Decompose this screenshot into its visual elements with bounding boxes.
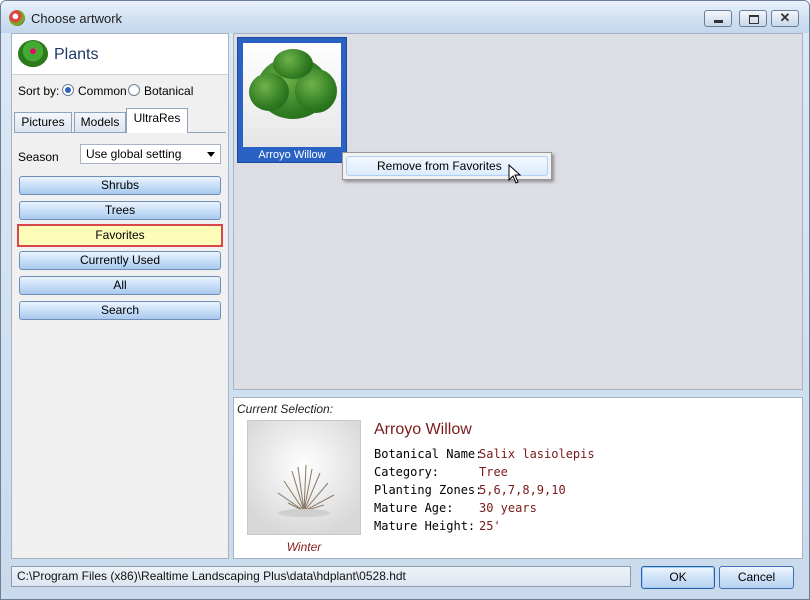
close-button[interactable]: ✕: [771, 10, 799, 27]
favorites-button[interactable]: Favorites: [17, 224, 223, 247]
season-dropdown[interactable]: Use global setting: [80, 144, 221, 164]
mature-height-row: Mature Height: 25': [374, 519, 501, 533]
app-icon: [9, 10, 25, 26]
ok-button[interactable]: OK: [641, 566, 715, 589]
sort-common-label[interactable]: Common: [78, 84, 127, 98]
field-label: Planting Zones:: [374, 483, 483, 497]
sort-botanical-label[interactable]: Botanical: [144, 84, 193, 98]
artwork-gallery[interactable]: Arroyo Willow: [233, 33, 803, 390]
shrubs-button[interactable]: Shrubs: [19, 176, 221, 195]
sort-by-label: Sort by:: [18, 84, 60, 98]
season-value: Use global setting: [86, 147, 182, 161]
tab-pictures[interactable]: Pictures: [14, 112, 72, 132]
search-button[interactable]: Search: [19, 301, 221, 320]
minimize-button[interactable]: [704, 10, 732, 27]
arroyo-willow-image: [243, 43, 341, 147]
title-bar[interactable]: Choose artwork ✕: [1, 1, 809, 33]
tab-panel: [14, 132, 226, 557]
current-selection-heading: Current Selection:: [237, 402, 334, 416]
trees-button[interactable]: Trees: [19, 201, 221, 220]
file-path-field: C:\Program Files (x86)\Realtime Landscap…: [11, 566, 631, 587]
field-value: Salix lasiolepis: [479, 447, 595, 461]
artwork-thumbnail[interactable]: Arroyo Willow: [237, 37, 347, 163]
chevron-down-icon: [207, 152, 215, 157]
plants-icon: [18, 40, 48, 68]
tab-models[interactable]: Models: [74, 112, 126, 132]
cancel-button[interactable]: Cancel: [719, 566, 794, 589]
plant-name: Arroyo Willow: [374, 421, 472, 438]
selection-image: [247, 420, 361, 535]
close-icon: ✕: [779, 10, 791, 25]
mouse-cursor-icon: [508, 164, 522, 184]
tab-strip: Pictures Models UltraRes: [14, 108, 226, 133]
field-value: 30 years: [479, 501, 537, 515]
maximize-icon: [749, 15, 759, 24]
winter-willow-image: [277, 464, 335, 517]
tab-ultrares[interactable]: UltraRes: [126, 108, 188, 133]
field-value: 25': [479, 519, 501, 533]
all-button[interactable]: All: [19, 276, 221, 295]
currently-used-button[interactable]: Currently Used: [19, 251, 221, 270]
mature-age-row: Mature Age: 30 years: [374, 501, 537, 515]
field-value: Tree: [479, 465, 508, 479]
category-row: Category: Tree: [374, 465, 508, 479]
field-label: Botanical Name:: [374, 447, 483, 461]
field-label: Mature Height:: [374, 519, 476, 533]
thumbnail-label: Arroyo Willow: [258, 149, 326, 161]
choose-artwork-window: Choose artwork ✕ Plants Sort by: Common …: [0, 0, 810, 600]
plants-header: Plants: [12, 34, 228, 75]
sort-botanical-radio[interactable]: [128, 84, 140, 96]
season-label: Season: [18, 150, 59, 164]
maximize-button[interactable]: [739, 10, 767, 27]
plants-title: Plants: [54, 46, 99, 63]
botanical-name-row: Botanical Name: Salix lasiolepis: [374, 447, 595, 461]
planting-zones-row: Planting Zones: 5,6,7,8,9,10: [374, 483, 566, 497]
current-selection-panel: Current Selection: Winter Arroyo Willow …: [233, 397, 803, 559]
sort-common-radio[interactable]: [62, 84, 74, 96]
category-panel: Plants Sort by: Common Botanical Picture…: [11, 33, 229, 559]
window-title: Choose artwork: [31, 11, 123, 26]
season-caption: Winter: [286, 540, 322, 554]
field-label: Mature Age:: [374, 501, 454, 515]
field-value: 5,6,7,8,9,10: [479, 483, 566, 497]
minimize-icon: [714, 20, 723, 23]
field-label: Category:: [374, 465, 440, 479]
